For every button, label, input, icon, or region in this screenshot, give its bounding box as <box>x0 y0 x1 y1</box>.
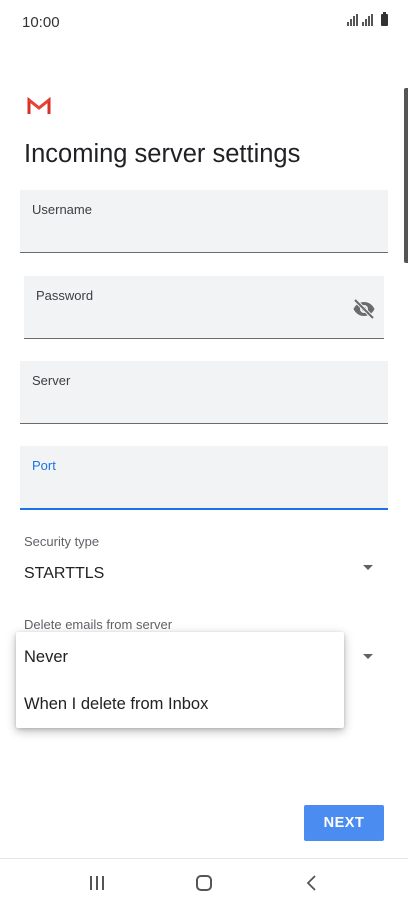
back-icon[interactable] <box>304 874 320 892</box>
status-bar: 10:00 <box>0 0 408 46</box>
visibility-off-icon[interactable] <box>352 297 376 321</box>
status-icons <box>347 12 388 26</box>
password-field[interactable]: Password <box>24 276 384 339</box>
signal-icon <box>347 14 358 26</box>
dropdown-arrow-icon[interactable] <box>363 654 373 659</box>
page-title: Incoming server settings <box>24 140 301 168</box>
recent-apps-icon[interactable] <box>90 876 104 890</box>
next-button[interactable]: NEXT <box>304 805 384 841</box>
delete-emails-label: Delete emails from server <box>24 617 173 632</box>
server-field[interactable]: Server <box>20 361 388 424</box>
dropdown-option-never[interactable]: Never <box>16 634 344 680</box>
password-label: Password <box>36 288 94 303</box>
dropdown-option-when-deleted[interactable]: When I delete from Inbox <box>16 681 344 727</box>
delete-emails-dropdown-menu: Never When I delete from Inbox <box>16 632 344 728</box>
dropdown-arrow-icon[interactable] <box>363 565 373 570</box>
security-type-select[interactable]: STARTTLS <box>24 565 104 583</box>
username-field[interactable]: Username <box>20 190 388 253</box>
home-icon[interactable] <box>196 875 212 891</box>
navigation-bar <box>0 858 408 906</box>
scrollbar[interactable] <box>404 88 408 263</box>
signal-icon <box>362 14 373 26</box>
server-label: Server <box>32 373 71 388</box>
port-label: Port <box>32 458 56 473</box>
security-type-label: Security type <box>24 534 100 549</box>
status-time: 10:00 <box>22 14 60 31</box>
gmail-logo-icon <box>27 97 51 114</box>
battery-icon <box>381 12 388 26</box>
port-field[interactable]: Port <box>20 446 388 510</box>
username-label: Username <box>32 202 92 217</box>
